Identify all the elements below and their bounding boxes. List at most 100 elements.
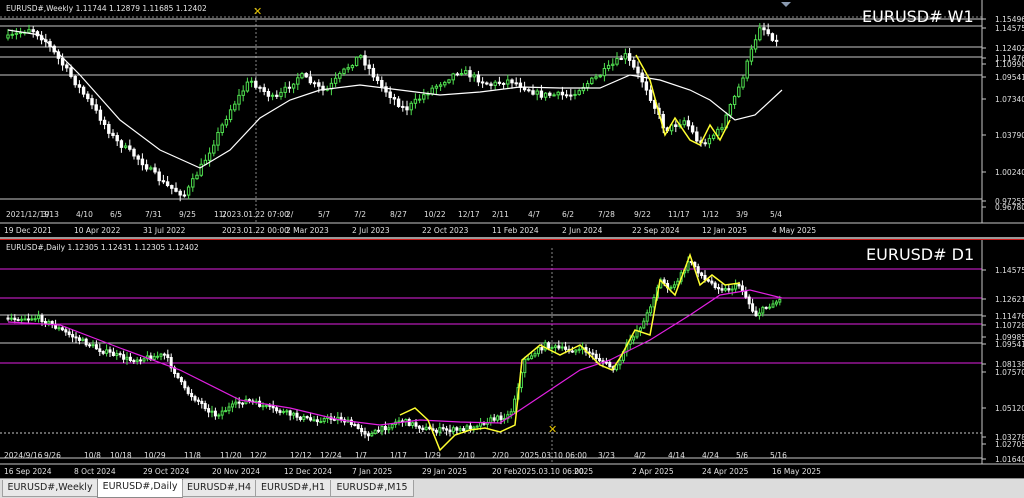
- bear-candle: [375, 76, 380, 81]
- date-label: 1/29: [424, 451, 441, 460]
- chart-symbol-label: EURUSD# D1: [866, 245, 974, 264]
- price-label: 0.96780: [995, 203, 1024, 212]
- bull-candle: [397, 420, 401, 423]
- bear-candle: [441, 427, 445, 430]
- bear-candle: [196, 399, 200, 402]
- date-label: 4/14: [668, 451, 685, 460]
- date-label: 19 Dec 2021: [4, 226, 52, 235]
- weekly-chart[interactable]: 1.15496 1.14575 1.12402 1.11476 1.10990 1.095…: [0, 0, 1024, 237]
- tab-eurusd-h1[interactable]: EURUSD#,H1: [255, 480, 331, 497]
- bull-candle: [212, 144, 216, 154]
- bear-candle: [455, 427, 459, 431]
- bull-candle: [283, 86, 287, 93]
- bull-candle: [574, 349, 578, 353]
- bear-candle: [139, 359, 143, 362]
- bear-candle: [713, 282, 717, 289]
- bull-candle: [115, 353, 119, 357]
- bear-candle: [237, 401, 241, 404]
- date-label: 2 Mar 2023: [286, 226, 329, 235]
- bear-candle: [401, 105, 405, 108]
- daily-chart-canvas[interactable]: 1.145751.126211.114761.107281.099851.095…: [0, 240, 1024, 478]
- bull-candle: [270, 94, 275, 97]
- bear-candle: [298, 416, 302, 420]
- date-label: 10/18: [110, 451, 132, 460]
- bear-candle: [690, 125, 695, 133]
- bear-candle: [140, 158, 145, 166]
- chart-info-text: EURUSD#,Daily 1.12305 1.12431 1.12305 1.…: [6, 243, 199, 252]
- price-label: 1.09541: [995, 73, 1024, 82]
- bull-candle: [312, 419, 316, 422]
- date-label: 10/29: [144, 451, 166, 460]
- bear-candle: [737, 283, 741, 287]
- bull-candle: [774, 301, 778, 305]
- date-label: 7/31: [145, 210, 162, 219]
- bear-candle: [174, 187, 178, 192]
- bull-candle: [142, 358, 146, 362]
- tab-eurusd-weekly[interactable]: EURUSD#,Weekly: [2, 480, 98, 497]
- bull-candle: [523, 358, 527, 374]
- bull-candle: [745, 60, 749, 79]
- bear-candle: [448, 429, 452, 433]
- bull-candle: [590, 77, 594, 85]
- bear-candle: [115, 135, 119, 142]
- bear-candle: [434, 429, 438, 433]
- bull-candle: [33, 318, 37, 321]
- bear-candle: [111, 351, 115, 357]
- bear-candle: [305, 416, 309, 419]
- bear-candle: [40, 315, 44, 323]
- price-label: 1.10728: [995, 321, 1024, 330]
- date-label: 8/27: [390, 210, 407, 219]
- bear-candle: [557, 345, 561, 349]
- bear-candle: [703, 274, 707, 281]
- bull-candle: [27, 29, 31, 33]
- bull-candle: [509, 411, 513, 416]
- bear-candle: [627, 53, 632, 61]
- date-label: 4/10: [76, 210, 93, 219]
- bull-candle: [737, 86, 741, 97]
- bull-candle: [506, 79, 510, 85]
- date-label: 2/20: [492, 451, 509, 460]
- bull-candle: [458, 428, 462, 431]
- bear-candle: [287, 86, 292, 89]
- bull-candle: [615, 364, 619, 371]
- date-label: 4/2: [634, 451, 646, 460]
- bear-candle: [445, 428, 449, 431]
- weekly-chart-canvas[interactable]: 1.154961.145751.124021.114761.109901.095…: [0, 0, 1024, 237]
- bull-candle: [285, 410, 289, 413]
- bull-candle: [149, 167, 153, 170]
- bull-candle: [302, 416, 306, 420]
- date-label: 20 Feb: [492, 467, 517, 476]
- bear-candle: [560, 91, 565, 96]
- date-label: 12 Dec 2024: [284, 467, 332, 476]
- bear-candle: [377, 429, 381, 432]
- bear-candle: [90, 98, 94, 106]
- bull-candle: [422, 94, 426, 100]
- tab-eurusd-h4[interactable]: EURUSD#,H4: [182, 480, 256, 497]
- bull-candle: [424, 426, 428, 430]
- date-label: 3/9: [736, 210, 748, 219]
- date-label: 5/7: [318, 210, 330, 219]
- bull-candle: [526, 358, 530, 361]
- bear-candle: [136, 155, 140, 160]
- bear-candle: [407, 419, 411, 426]
- bull-candle: [711, 134, 716, 140]
- bull-candle: [296, 77, 300, 85]
- bear-candle: [455, 73, 460, 76]
- crosshair-marker-icon: ✕: [548, 423, 557, 436]
- date-label: 10/8: [84, 451, 101, 460]
- date-label: 12/12: [290, 451, 312, 460]
- tab-eurusd-m15[interactable]: EURUSD#,M15: [330, 480, 414, 497]
- price-label: 1.11476: [995, 312, 1024, 321]
- bear-candle: [740, 285, 744, 292]
- tab-eurusd-daily[interactable]: EURUSD#,Daily: [97, 479, 183, 498]
- bull-candle: [237, 94, 241, 105]
- daily-chart[interactable]: 1.14575 1.12621 1.11476 1.10728 1.09985 1.095…: [0, 240, 1024, 478]
- bear-candle: [94, 344, 98, 350]
- bear-candle: [6, 317, 10, 320]
- bear-candle: [591, 352, 595, 355]
- bull-candle: [556, 91, 560, 96]
- bull-candle: [434, 85, 439, 89]
- bull-candle: [264, 404, 268, 407]
- date-label: 1/7: [355, 451, 367, 460]
- bull-candle: [553, 345, 557, 348]
